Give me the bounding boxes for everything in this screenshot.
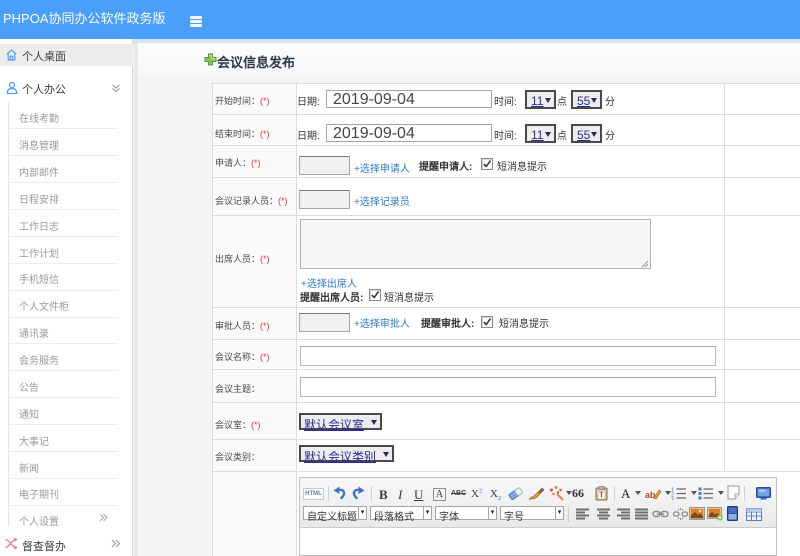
svg-text:3: 3 [671,498,674,501]
svg-text:T: T [599,491,604,500]
